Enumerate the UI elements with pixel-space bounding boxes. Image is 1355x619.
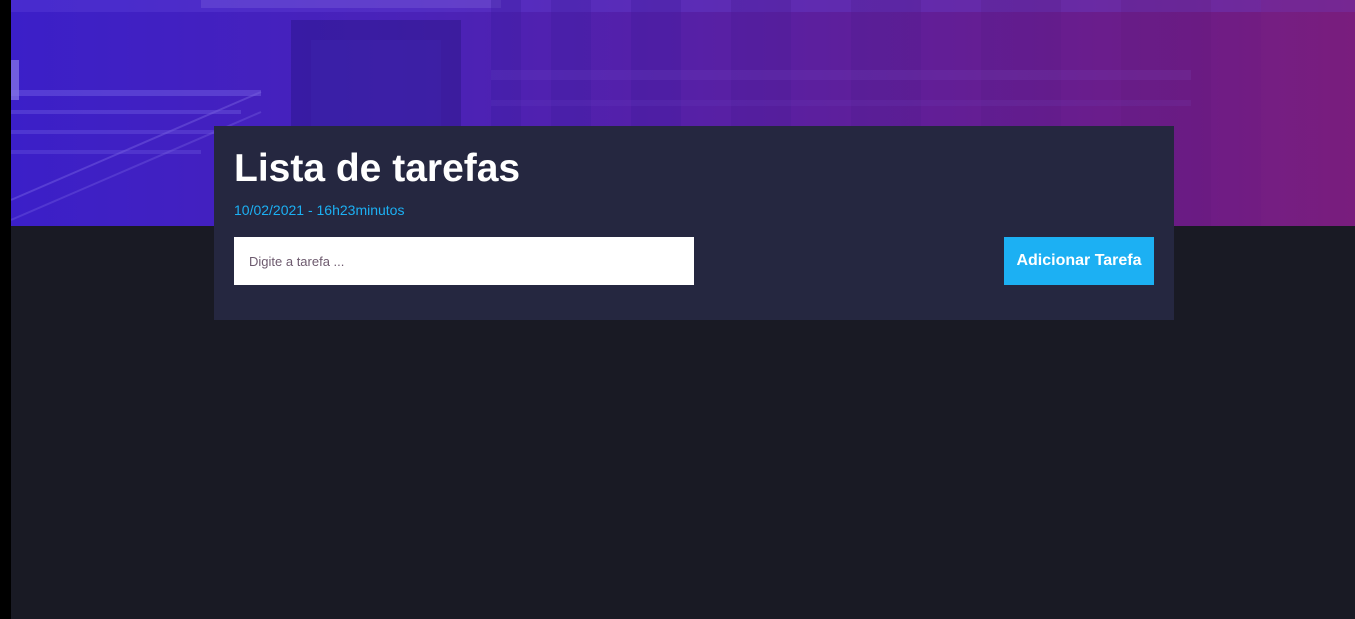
task-input[interactable] — [234, 237, 694, 285]
page-title: Lista de tarefas — [234, 147, 521, 190]
date-label: 10/02/2021 - 16h23minutos — [234, 202, 405, 218]
task-panel: Lista de tarefas 10/02/2021 - 16h23minut… — [214, 126, 1174, 320]
add-task-button[interactable]: Adicionar Tarefa — [1004, 237, 1154, 285]
app-page: Lista de tarefas 10/02/2021 - 16h23minut… — [11, 0, 1355, 619]
